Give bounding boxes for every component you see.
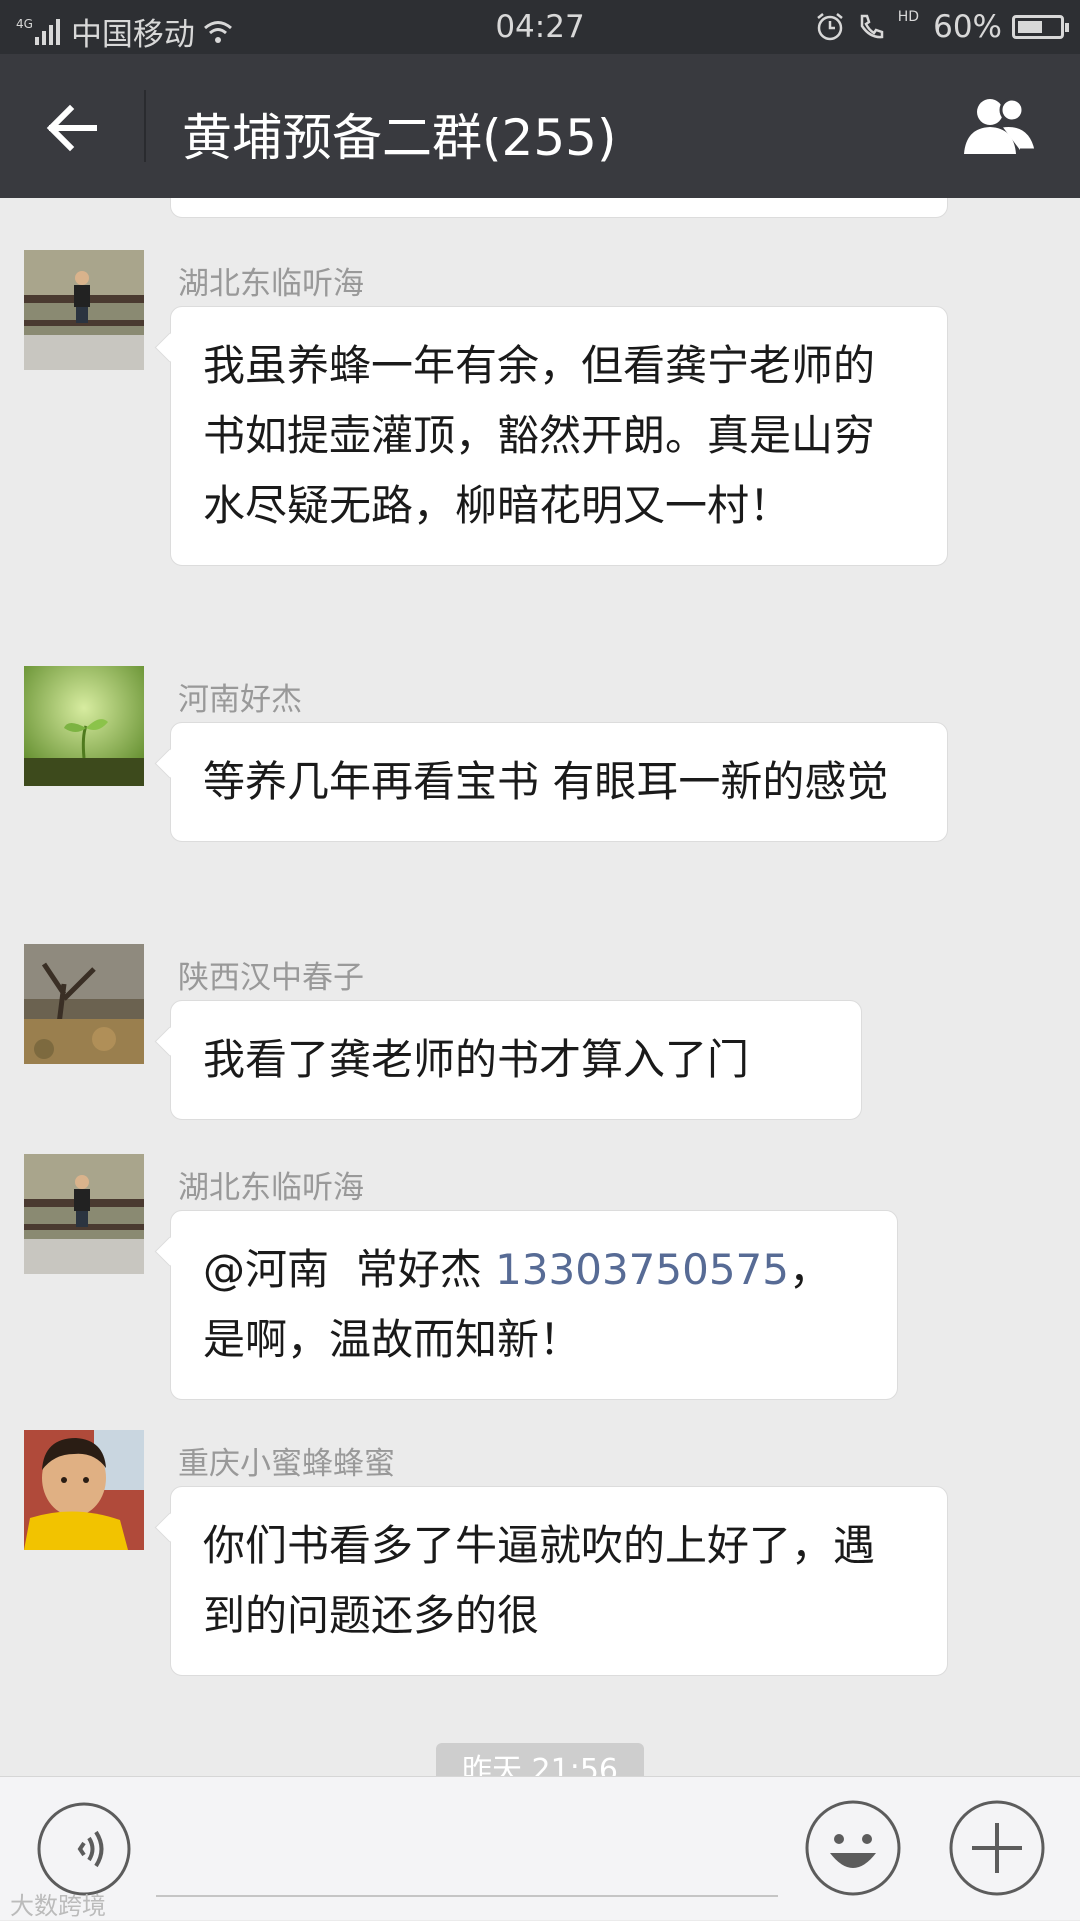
- message-input[interactable]: [156, 1895, 778, 1897]
- status-bar: 4G 中国移动 04:27 HD 60%: [0, 0, 1080, 54]
- message-bubble[interactable]: 你们书看多了牛逼就吹的上好了，遇到的问题还多的很: [170, 1486, 948, 1676]
- title-bar: 黄埔预备二群(255): [0, 54, 1080, 198]
- plus-icon[interactable]: [948, 1799, 1046, 1897]
- title-divider: [144, 90, 146, 162]
- sender-name: 河南好杰: [178, 682, 302, 718]
- group-members-icon[interactable]: [956, 94, 1040, 158]
- sender-name: 陕西汉中春子: [178, 960, 364, 996]
- message-bubble[interactable]: @河南 常好杰 13303750575，是啊，温故而知新！: [170, 1210, 898, 1400]
- message-text: 你们书看多了牛逼就吹的上好了，遇到的问题还多的很: [203, 1521, 876, 1640]
- emoji-icon[interactable]: [804, 1799, 902, 1897]
- message-bubble[interactable]: 我看了龚老师的书才算入了门: [170, 1000, 862, 1120]
- watermark-text: 大数跨境: [10, 1892, 106, 1920]
- back-arrow-icon[interactable]: [40, 96, 104, 160]
- message-bubble-partial[interactable]: [170, 198, 948, 218]
- avatar[interactable]: [24, 666, 144, 786]
- chat-title: 黄埔预备二群(255): [182, 109, 617, 167]
- avatar[interactable]: [24, 250, 144, 370]
- phone-number-link[interactable]: 13303750575: [495, 1245, 789, 1294]
- input-bar: [0, 1776, 1080, 1920]
- avatar[interactable]: [24, 1430, 144, 1550]
- message-bubble[interactable]: 我虽养蜂一年有余，但看龚宁老师的书如提壶灌顶，豁然开朗。真是山穷水尽疑无路，柳暗…: [170, 306, 948, 566]
- avatar[interactable]: [24, 1154, 144, 1274]
- sender-name: 湖北东临听海: [178, 1170, 364, 1206]
- message-bubble[interactable]: 等养几年再看宝书 有眼耳一新的感觉: [170, 722, 948, 842]
- voice-input-icon[interactable]: [36, 1801, 132, 1897]
- time-divider: 昨天 21:56: [436, 1743, 644, 1776]
- avatar[interactable]: [24, 944, 144, 1064]
- mention-text: @河南 常好杰: [203, 1245, 496, 1294]
- battery-percent: 60%: [933, 9, 1002, 45]
- message-text: 我看了龚老师的书才算入了门: [203, 1035, 750, 1084]
- message-text: 我虽养蜂一年有余，但看龚宁老师的书如提壶灌顶，豁然开朗。真是山穷水尽疑无路，柳暗…: [203, 341, 876, 530]
- chat-messages[interactable]: 湖北东临听海 我虽养蜂一年有余，但看龚宁老师的书如提壶灌顶，豁然开朗。真是山穷水…: [0, 198, 1080, 1776]
- status-right: HD 60%: [814, 9, 1069, 45]
- sender-name: 湖北东临听海: [178, 266, 364, 302]
- battery-icon: [1012, 15, 1069, 39]
- hd-call-icon: [860, 14, 884, 39]
- sender-name: 重庆小蜜蜂蜂蜜: [178, 1446, 395, 1482]
- hd-label: HD: [897, 9, 920, 25]
- message-text: 等养几年再看宝书 有眼耳一新的感觉: [203, 757, 889, 806]
- alarm-icon: [817, 13, 843, 41]
